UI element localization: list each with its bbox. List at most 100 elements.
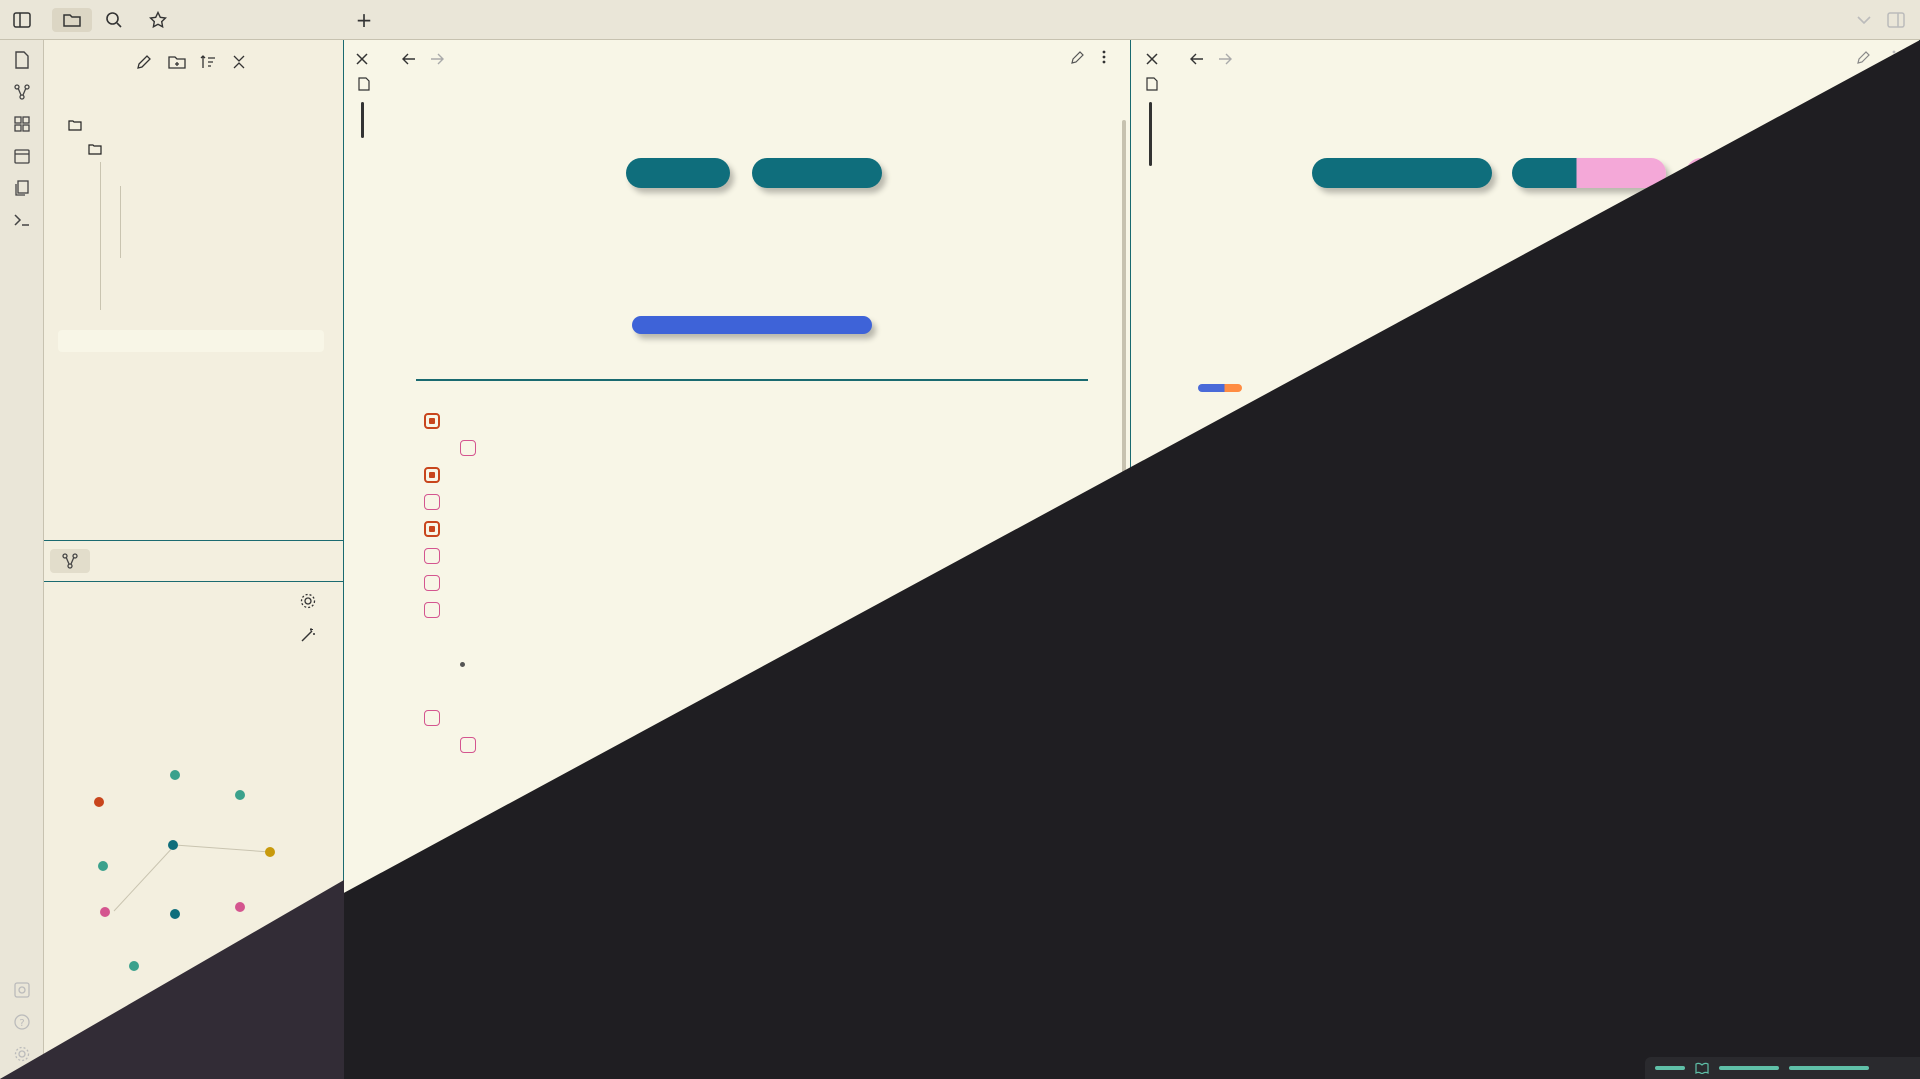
tag-pill[interactable] [1686,158,1766,188]
new-tab-icon: + [355,8,373,32]
close-icon[interactable] [1146,50,1158,69]
graph-node[interactable] [100,907,110,917]
graph-node[interactable] [129,961,139,971]
back-arrow-icon[interactable] [402,50,416,69]
task-checkbox[interactable] [424,899,440,915]
tag-pill[interactable] [1512,158,1666,188]
more-options-icon[interactable] [1102,49,1106,68]
task-item[interactable] [424,707,448,729]
table-cell [1204,793,1284,811]
scrollbar[interactable] [1911,120,1915,520]
terminal-icon[interactable] [12,210,32,230]
highlight-pill[interactable] [1204,610,1252,636]
data-table [1204,776,1362,828]
task-item[interactable] [460,437,484,459]
tree-file-active[interactable] [58,330,324,352]
task-item[interactable] [424,518,448,540]
folder-open-icon [88,144,102,155]
tree-guide [120,186,121,258]
collapse-icon[interactable] [232,54,246,74]
tree-file[interactable] [64,306,72,328]
vault-icon[interactable] [12,980,32,1000]
graph-node[interactable] [170,770,180,780]
folder-icon[interactable] [52,8,92,32]
pane-header [344,40,1130,76]
task-checkbox[interactable] [424,710,440,726]
tree-file[interactable] [64,282,72,304]
star-icon[interactable] [146,8,170,32]
task-item[interactable] [424,869,448,891]
top-bar: + [0,0,1920,40]
task-checkbox[interactable] [460,440,476,456]
settings-icon[interactable] [12,1044,32,1064]
table-header-cell [1282,776,1362,794]
task-checkbox[interactable] [424,872,440,888]
forward-arrow-icon[interactable] [430,50,444,69]
task-checkbox-checked[interactable] [424,467,440,483]
graph-node[interactable] [235,902,245,912]
task-checkbox[interactable] [460,737,476,753]
graph-node[interactable] [204,962,214,972]
close-icon[interactable] [356,50,368,69]
task-item[interactable] [424,599,448,621]
tree-file[interactable] [112,162,120,184]
heading-marker [1198,434,1238,442]
graph-node[interactable] [94,797,104,807]
graph-node[interactable] [280,925,290,935]
edit-icon[interactable] [1070,50,1084,69]
tree-folder[interactable] [68,114,88,136]
horizontal-rule [1204,664,1876,666]
tag-pill[interactable] [626,158,730,188]
tree-file[interactable] [112,210,120,232]
status-pill[interactable] [1502,316,1580,334]
task-checkbox[interactable] [424,494,440,510]
split-view-icon[interactable] [1884,8,1908,32]
task-item[interactable] [424,410,448,432]
help-icon[interactable]: ? [12,1012,32,1032]
task-item[interactable] [424,491,448,513]
search-icon[interactable] [102,8,126,32]
sidebar-toggle-icon[interactable] [10,8,34,32]
scrollbar[interactable] [1122,120,1126,572]
pages-icon[interactable] [12,178,32,198]
task-checkbox-checked[interactable] [424,413,440,429]
graph-node[interactable] [265,847,275,857]
graph-node[interactable] [170,909,180,919]
new-note-icon[interactable] [136,54,152,74]
task-checkbox[interactable] [424,548,440,564]
tree-folder[interactable] [88,138,108,160]
tree-file[interactable] [112,186,120,208]
graph-node[interactable] [168,840,178,850]
canvas-icon[interactable] [12,114,32,134]
pane-header [1132,40,1919,76]
more-options-icon[interactable] [1892,49,1896,68]
task-item[interactable] [460,734,484,756]
task-checkbox-checked[interactable] [424,521,440,537]
back-arrow-icon[interactable] [1190,50,1204,69]
properties-icon[interactable] [358,76,370,95]
new-tab-button[interactable]: + [352,8,376,32]
task-checkbox[interactable] [424,575,440,591]
graph-node[interactable] [235,790,245,800]
horizontal-rule [416,379,1088,381]
reading-mode-icon[interactable] [1695,1062,1709,1074]
open-file-icon[interactable] [12,50,32,70]
graph-icon[interactable] [12,82,32,102]
task-checkbox[interactable] [424,602,440,618]
sort-icon[interactable] [200,54,216,74]
task-item[interactable] [424,545,448,567]
tag-pill[interactable] [752,158,882,188]
tag-pill[interactable] [1312,158,1492,188]
task-item[interactable] [424,896,448,918]
chevron-down-icon[interactable] [1852,8,1876,32]
new-folder-icon[interactable] [168,54,186,74]
graph-node[interactable] [98,861,108,871]
svg-text:?: ? [19,1018,24,1029]
edit-icon[interactable] [1856,50,1870,69]
calendar-icon[interactable] [12,146,32,166]
properties-icon[interactable] [1146,76,1158,95]
task-item[interactable] [424,464,448,486]
task-item[interactable] [424,572,448,594]
status-pill[interactable] [632,316,872,334]
forward-arrow-icon[interactable] [1218,50,1232,69]
